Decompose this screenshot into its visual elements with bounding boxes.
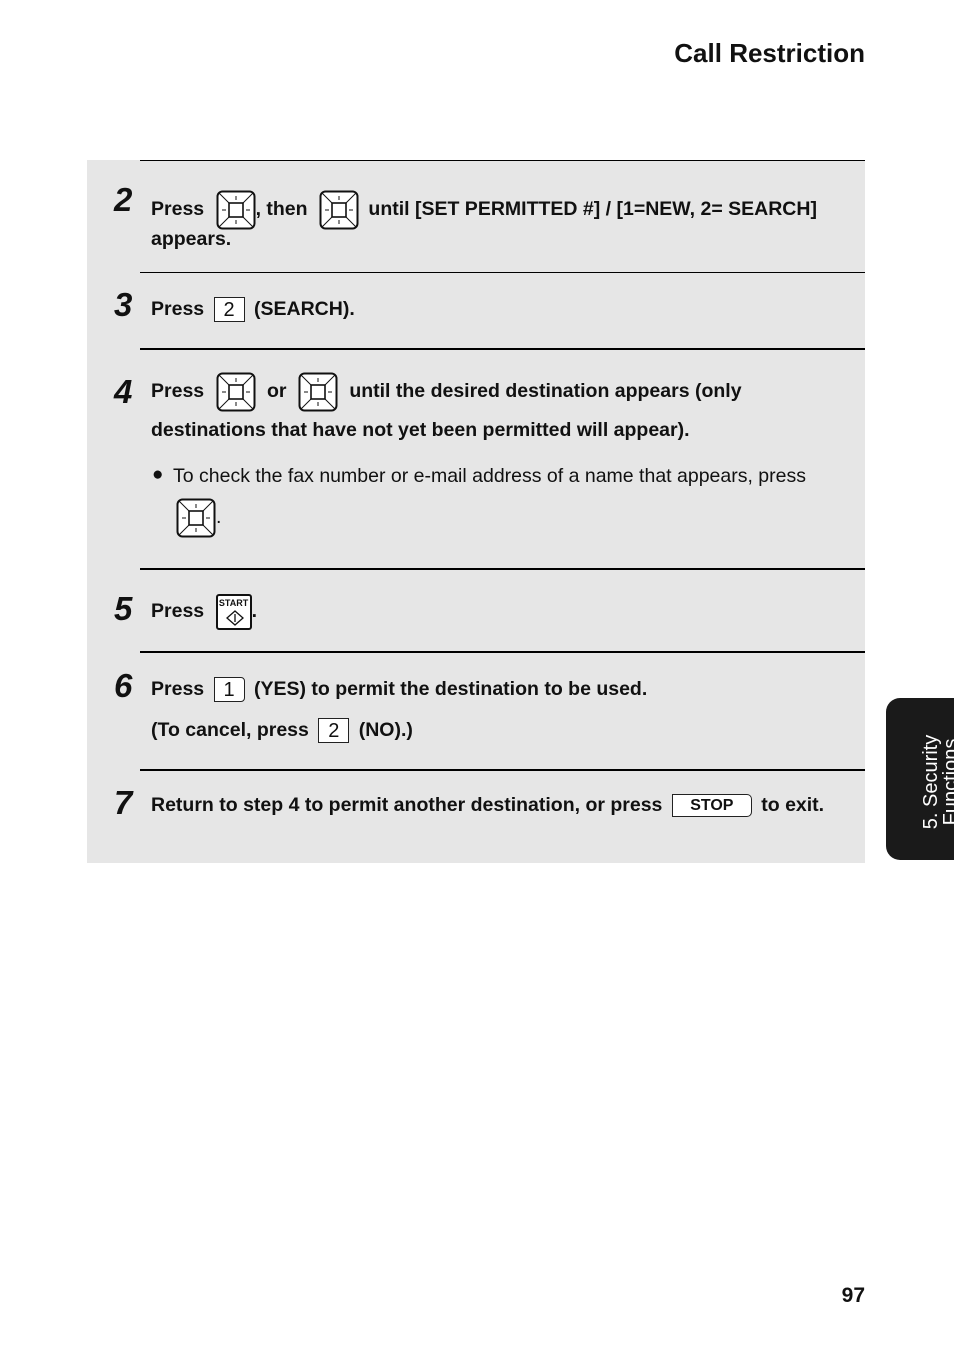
step-number: 6: [114, 667, 133, 704]
step-3: 3 Press 2 (SEARCH).: [114, 272, 865, 349]
section-tab-line-1: 5. Security: [920, 734, 942, 830]
period: .: [251, 600, 257, 623]
step-6-line-2: (To cancel, press 2 (NO).): [151, 718, 413, 744]
key-2: 2: [213, 297, 245, 323]
step-2-line-2: appears.: [151, 228, 232, 250]
period: .: [216, 506, 222, 529]
press-label: Press: [151, 198, 205, 221]
step-5: 5 Press START .: [114, 568, 865, 653]
step-number: 2: [114, 181, 133, 218]
stop-key: STOP: [671, 794, 752, 818]
bullet-icon: ●: [152, 464, 164, 485]
step-6-line-1: Press 1 (YES) to permit the destination …: [151, 677, 648, 703]
step-7-line: Return to step 4 to permit another desti…: [151, 793, 825, 818]
press-label: Press: [151, 298, 205, 320]
nav-key-up-icon: [216, 372, 256, 412]
step-3-text: (SEARCH).: [253, 298, 355, 320]
nav-key-right-icon: [176, 498, 216, 538]
step-2: 2 Press , then until [SET PERMITTED #] /…: [114, 160, 865, 273]
step-3-line: Press 2 (SEARCH).: [151, 297, 355, 323]
step-4: 4 Press or until the desired destination…: [114, 348, 865, 570]
to-exit-text: to exit.: [761, 794, 825, 816]
step-number: 3: [114, 286, 133, 323]
then-label: , then: [255, 198, 308, 221]
step-7-text: Return to step 4 to permit another desti…: [151, 794, 663, 816]
step-number: 5: [114, 590, 133, 627]
start-key-label: START: [218, 598, 249, 608]
section-tab-label: 5. Security Functions: [901, 696, 954, 858]
start-key-icon: START: [215, 594, 252, 630]
key-2: 2: [318, 718, 350, 744]
step-4-text: until the desired destination appears (o…: [349, 380, 742, 403]
press-label: Press: [151, 600, 205, 623]
step-4-line-1: Press or until the desired destination a…: [151, 372, 742, 412]
press-label: Press: [151, 380, 205, 403]
page-number: 97: [841, 1284, 865, 1307]
step-4-bullet-text: To check the fax number or e-mail addres…: [173, 465, 806, 487]
or-label: or: [266, 380, 287, 403]
page-title: Call Restriction: [674, 38, 865, 68]
step-2-line-1: Press , then until [SET PERMITTED #] / […: [151, 190, 817, 230]
step-5-line: Press START .: [151, 594, 257, 630]
no-text: (NO).): [358, 719, 413, 741]
nav-key-down-icon: [298, 372, 338, 412]
step-4-bullet-line-2: .: [176, 498, 221, 538]
instructions-panel: 2 Press , then until [SET PERMITTED #] /…: [87, 160, 865, 863]
step-6: 6 Press 1 (YES) to permit the destinatio…: [114, 651, 865, 771]
step-6-text: (YES) to permit the destination to be us…: [253, 678, 648, 700]
cancel-text: (To cancel, press: [151, 719, 309, 741]
step-7: 7 Return to step 4 to permit another des…: [114, 769, 865, 865]
step-number: 7: [114, 784, 133, 821]
press-label: Press: [151, 678, 205, 700]
nav-key-down-icon: [319, 190, 359, 230]
key-1: 1: [213, 677, 245, 703]
section-tab[interactable]: 5. Security Functions: [886, 698, 954, 860]
step-number: 4: [114, 373, 133, 410]
diamond-icon: [225, 610, 244, 626]
nav-key-right-icon: [216, 190, 256, 230]
step-2-text: until [SET PERMITTED #] / [1=NEW, 2= SEA…: [368, 198, 817, 221]
section-tab-line-2: Functions: [940, 738, 954, 826]
step-4-line-2: destinations that have not yet been perm…: [151, 419, 690, 441]
